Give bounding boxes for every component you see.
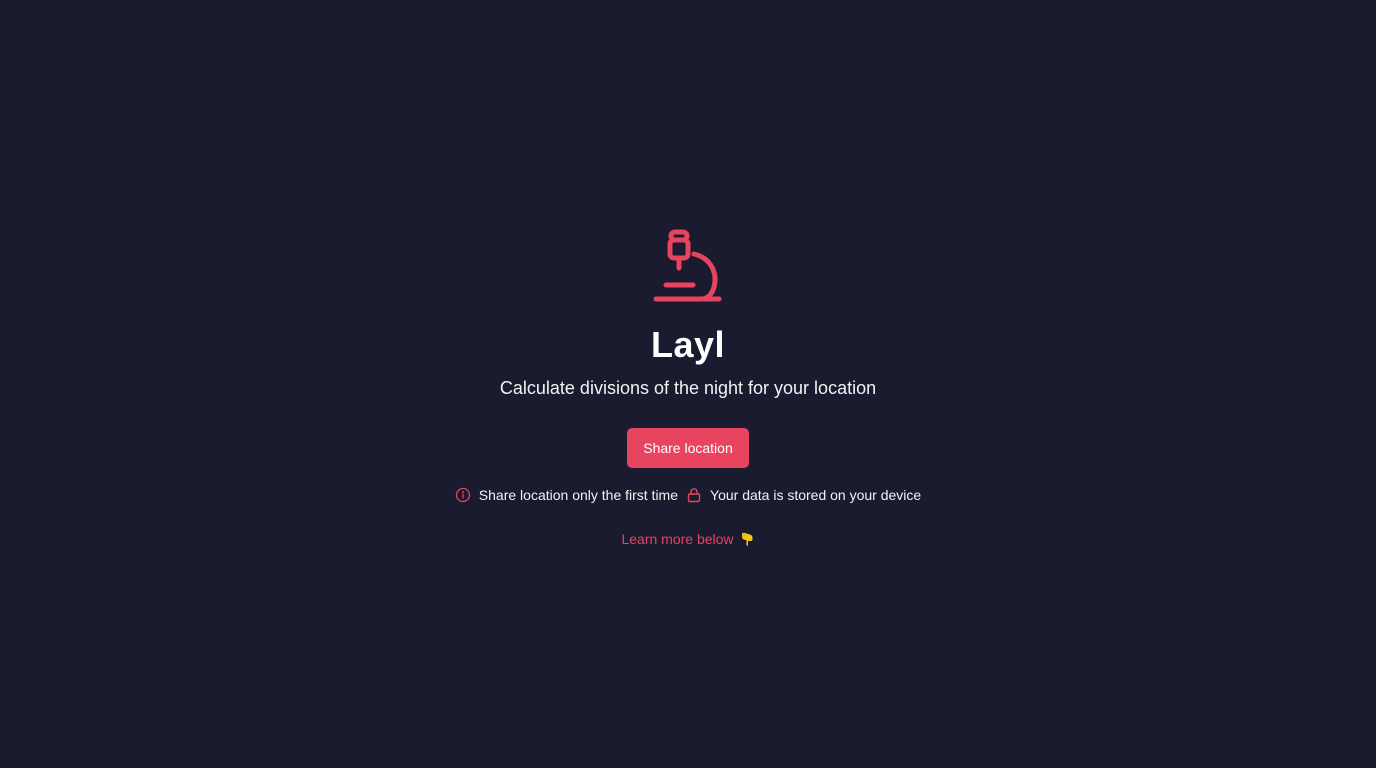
info-icon bbox=[455, 487, 471, 503]
app-subtitle: Calculate divisions of the night for you… bbox=[499, 378, 877, 398]
landing-page: Layl Calculate divisions of the night fo… bbox=[0, 0, 1376, 768]
note-first-time-text: Share location only the first time bbox=[478, 487, 679, 503]
share-location-button[interactable]: Share location bbox=[627, 428, 749, 468]
lock-icon bbox=[686, 487, 702, 503]
app-title: Layl bbox=[650, 324, 726, 365]
microscope-icon bbox=[653, 229, 722, 302]
note-local-storage-text: Your data is stored on your device bbox=[710, 487, 922, 503]
note-first-time: Share location only the first time bbox=[455, 486, 678, 504]
privacy-notes: Share location only the first time Your … bbox=[455, 486, 921, 504]
pointing-down-icon bbox=[739, 531, 755, 547]
learn-more-label: Learn more below bbox=[621, 531, 734, 547]
note-local-storage: Your data is stored on your device bbox=[686, 486, 921, 504]
hero-section: Layl Calculate divisions of the night fo… bbox=[0, 228, 1376, 548]
learn-more-link[interactable]: Learn more below bbox=[621, 530, 754, 548]
